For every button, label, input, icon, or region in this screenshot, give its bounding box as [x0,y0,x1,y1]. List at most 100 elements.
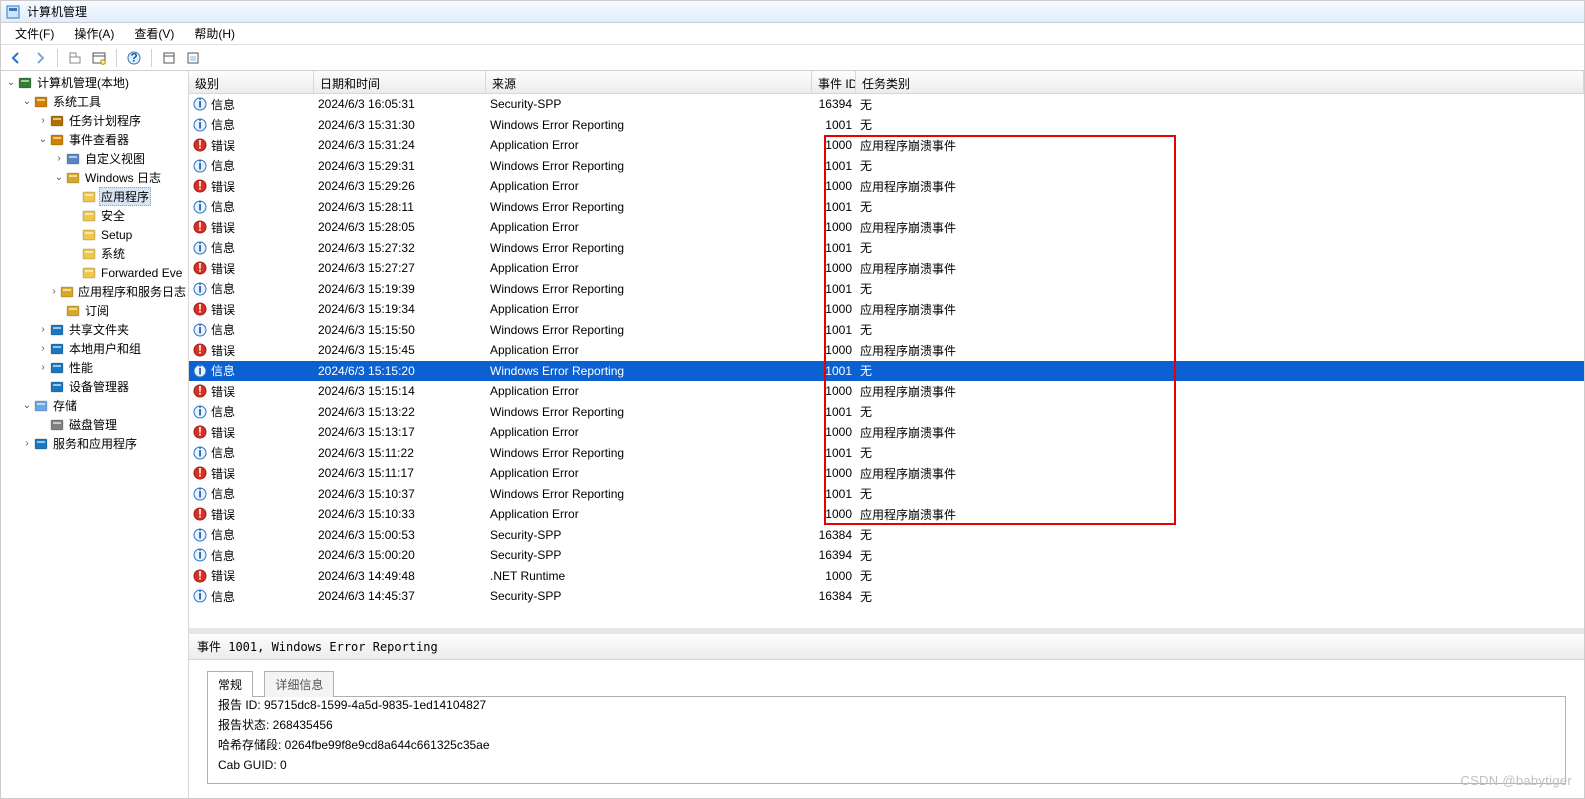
tree-item-18[interactable]: 磁盘管理 [1,415,188,434]
tool-icon [33,94,49,110]
tree-item-5[interactable]: ⌄Windows 日志 [1,168,188,187]
tree-expander-icon[interactable]: › [49,286,60,297]
tree-label: 应用程序和服务日志 [76,282,188,301]
tree-item-7[interactable]: 安全 [1,206,188,225]
tree-item-13[interactable]: ›共享文件夹 [1,320,188,339]
action-2-button[interactable] [182,47,204,69]
event-row[interactable]: i信息2024/6/3 15:19:39Windows Error Report… [189,279,1584,300]
cell-source: Windows Error Reporting [486,323,812,337]
tree-item-12[interactable]: 订阅 [1,301,188,320]
cell-source: Application Error [486,138,812,152]
logf-icon [81,227,97,243]
event-row[interactable]: !错误2024/6/3 15:15:45Application Error100… [189,340,1584,361]
event-row[interactable]: !错误2024/6/3 15:10:33Application Error100… [189,504,1584,525]
cell-datetime: 2024/6/3 15:19:34 [314,302,486,316]
cell-task-cat: 无 [856,362,1584,379]
show-hide-button[interactable] [88,47,110,69]
cell-source: Windows Error Reporting [486,487,812,501]
tree-expander-icon[interactable]: ⌄ [37,134,49,145]
col-level[interactable]: 级别 [189,71,314,93]
tree-expander-icon[interactable]: ⌄ [21,96,33,107]
tree-item-17[interactable]: ⌄存储 [1,396,188,415]
tree-expander-icon[interactable]: ⌄ [53,172,65,183]
tree-item-8[interactable]: Setup [1,225,188,244]
tree-expander-icon[interactable]: › [37,362,49,373]
cell-event-id: 1000 [812,425,856,439]
event-row[interactable]: !错误2024/6/3 15:31:24Application Error100… [189,135,1584,156]
event-row[interactable]: i信息2024/6/3 15:15:20Windows Error Report… [189,361,1584,382]
cell-source: Windows Error Reporting [486,446,812,460]
event-list[interactable]: i信息2024/6/3 16:05:31Security-SPP16394无i信… [189,94,1584,628]
tree-expander-icon[interactable]: › [21,438,33,449]
event-row[interactable]: !错误2024/6/3 15:13:17Application Error100… [189,422,1584,443]
tree-item-0[interactable]: ⌄计算机管理(本地) [1,73,188,92]
tree-item-11[interactable]: › 应用程序和服务日志 [1,282,188,301]
col-task-cat[interactable]: 任务类别 [856,71,1584,93]
event-row[interactable]: !错误2024/6/3 14:49:48.NET Runtime1000无 [189,566,1584,587]
tree-expander-icon[interactable]: › [37,343,49,354]
tree-item-15[interactable]: ›性能 [1,358,188,377]
forward-button[interactable] [29,47,51,69]
tree-item-16[interactable]: 设备管理器 [1,377,188,396]
tree-expander-icon[interactable]: › [37,324,49,335]
event-row[interactable]: i信息2024/6/3 15:27:32Windows Error Report… [189,238,1584,259]
cell-level: 错误 [211,301,235,318]
menu-1[interactable]: 操作(A) [66,23,122,44]
event-row[interactable]: i信息2024/6/3 15:10:37Windows Error Report… [189,484,1584,505]
event-row[interactable]: i信息2024/6/3 15:31:30Windows Error Report… [189,115,1584,136]
col-source[interactable]: 来源 [486,71,812,93]
info-icon: i [193,446,207,460]
up-button[interactable] [64,47,86,69]
event-row[interactable]: i信息2024/6/3 16:05:31Security-SPP16394无 [189,94,1584,115]
col-event-id[interactable]: 事件 ID [812,71,856,93]
event-row[interactable]: i信息2024/6/3 15:28:11Windows Error Report… [189,197,1584,218]
event-row[interactable]: i信息2024/6/3 15:29:31Windows Error Report… [189,156,1584,177]
tree-expander-icon[interactable]: › [37,115,49,126]
cell-level: 信息 [211,362,235,379]
tree-pane[interactable]: ⌄计算机管理(本地)⌄系统工具›任务计划程序⌄事件查看器›自定义视图⌄Windo… [1,71,189,798]
help-button[interactable]: ? [123,47,145,69]
menu-2[interactable]: 查看(V) [126,23,182,44]
event-row[interactable]: i信息2024/6/3 15:00:20Security-SPP16394无 [189,545,1584,566]
cell-event-id: 1000 [812,384,856,398]
tree-item-2[interactable]: ›任务计划程序 [1,111,188,130]
tree-item-10[interactable]: Forwarded Eve [1,263,188,282]
col-datetime[interactable]: 日期和时间 [314,71,486,93]
event-row[interactable]: i信息2024/6/3 14:45:37Security-SPP16384无 [189,586,1584,607]
tree-expander-icon[interactable]: ⌄ [5,77,17,88]
cell-task-cat: 应用程序崩溃事件 [856,506,1584,523]
tree-item-14[interactable]: ›本地用户和组 [1,339,188,358]
tree-item-9[interactable]: 系统 [1,244,188,263]
column-headers[interactable]: 级别 日期和时间 来源 事件 ID 任务类别 [189,71,1584,94]
tab-details[interactable]: 详细信息 [264,671,334,697]
event-row[interactable]: i信息2024/6/3 15:15:50Windows Error Report… [189,320,1584,341]
event-row[interactable]: i信息2024/6/3 15:13:22Windows Error Report… [189,402,1584,423]
cell-task-cat: 应用程序崩溃事件 [856,260,1584,277]
event-row[interactable]: !错误2024/6/3 15:28:05Application Error100… [189,217,1584,238]
back-button[interactable] [5,47,27,69]
svg-text:i: i [198,548,201,562]
tree-item-6[interactable]: 应用程序 [1,187,188,206]
menu-0[interactable]: 文件(F) [7,23,62,44]
tree-item-3[interactable]: ⌄事件查看器 [1,130,188,149]
event-row[interactable]: !错误2024/6/3 15:11:17Application Error100… [189,463,1584,484]
event-row[interactable]: !错误2024/6/3 15:27:27Application Error100… [189,258,1584,279]
tree-item-4[interactable]: ›自定义视图 [1,149,188,168]
cell-datetime: 2024/6/3 15:15:20 [314,364,486,378]
cell-level: 信息 [211,403,235,420]
event-row[interactable]: i信息2024/6/3 15:00:53Security-SPP16384无 [189,525,1584,546]
cell-datetime: 2024/6/3 15:13:17 [314,425,486,439]
action-1-button[interactable] [158,47,180,69]
event-row[interactable]: !错误2024/6/3 15:15:14Application Error100… [189,381,1584,402]
menu-3[interactable]: 帮助(H) [186,23,243,44]
event-row[interactable]: !错误2024/6/3 15:29:26Application Error100… [189,176,1584,197]
tree-expander-icon[interactable]: ⌄ [21,400,33,411]
error-icon: ! [193,507,207,521]
event-row[interactable]: i信息2024/6/3 15:11:22Windows Error Report… [189,443,1584,464]
tab-general[interactable]: 常规 [207,671,253,697]
tree-expander-icon[interactable]: › [53,153,65,164]
event-row[interactable]: !错误2024/6/3 15:19:34Application Error100… [189,299,1584,320]
tree-item-19[interactable]: ›服务和应用程序 [1,434,188,453]
tree-item-1[interactable]: ⌄系统工具 [1,92,188,111]
info-icon: i [193,282,207,296]
